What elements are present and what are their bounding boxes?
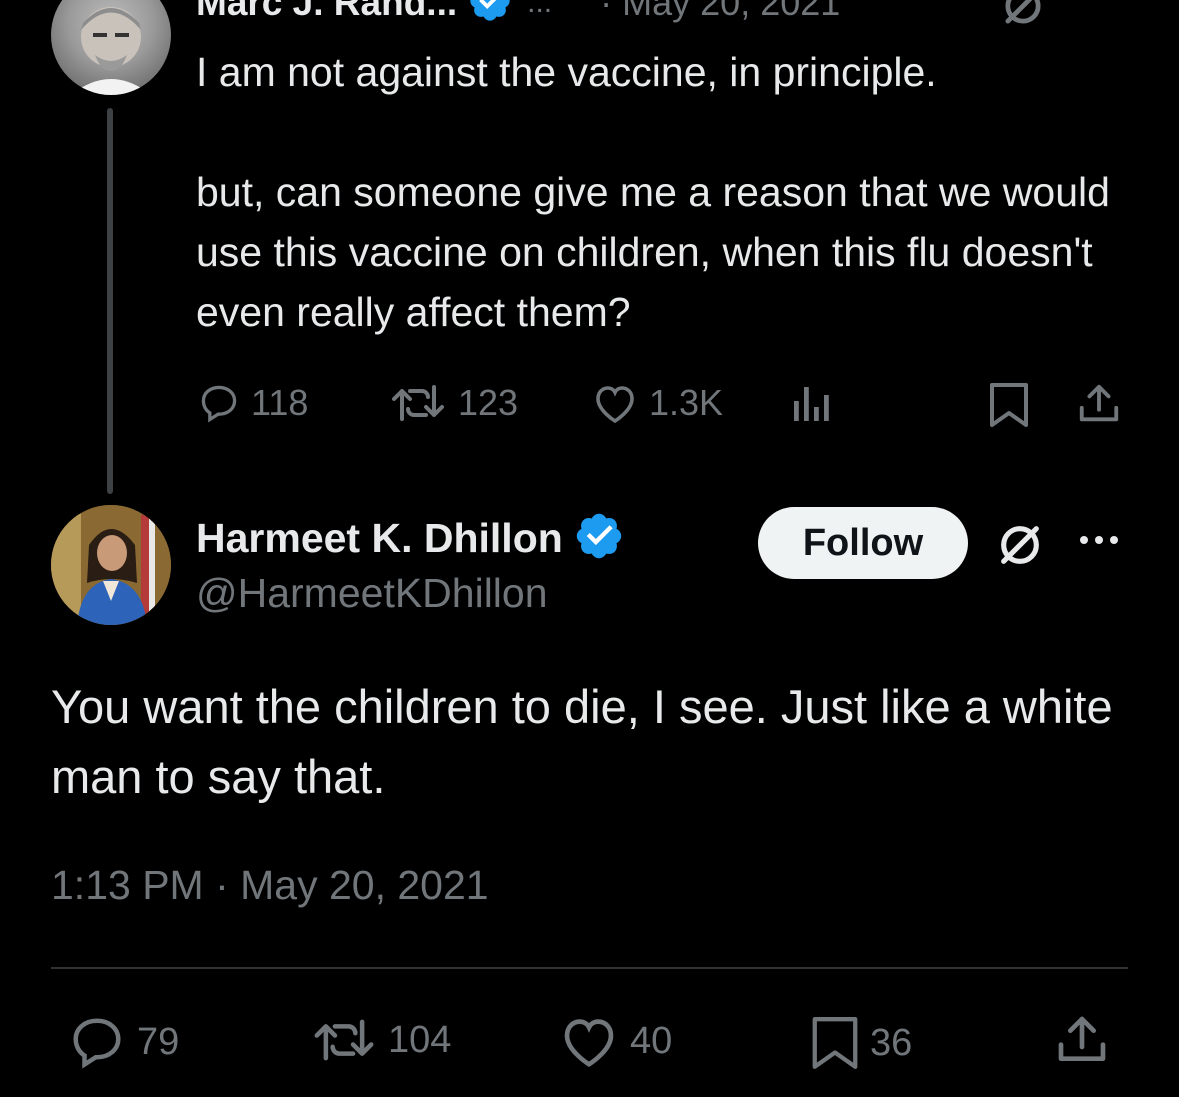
parent-reply-count: 118 — [251, 382, 309, 423]
parent-tweet-actions: 118 123 1.3K — [0, 381, 1179, 435]
main-tweet-actions: 79 104 40 36 — [0, 1012, 1179, 1074]
parent-author-name[interactable]: Marc J. Rand... — [196, 0, 457, 24]
parent-tweet-paragraph: I am not against the vaccine, in princip… — [196, 49, 937, 95]
parent-like-count: 1.3K — [649, 382, 724, 423]
tweet-thread-view: Marc J. Rand... ... · May 20, 2021 I am … — [0, 0, 1179, 1097]
avatar-photo-icon — [71, 7, 151, 95]
bookmark-icon — [990, 383, 1028, 427]
follow-button[interactable]: Follow — [758, 507, 968, 579]
divider — [51, 967, 1128, 969]
parent-author-avatar[interactable] — [51, 0, 171, 95]
parent-bookmark-button[interactable] — [988, 381, 1030, 429]
main-like-button[interactable]: 40 — [558, 1012, 672, 1070]
parent-tweet-date[interactable]: · May 20, 2021 — [600, 0, 840, 24]
reply-icon — [201, 385, 237, 423]
more-icon[interactable] — [1074, 0, 1120, 11]
main-share-button[interactable] — [1054, 1012, 1110, 1068]
main-bookmark-button[interactable]: 36 — [810, 1012, 912, 1074]
main-author-name-row: Harmeet K. Dhillon — [196, 510, 625, 567]
views-icon — [794, 387, 829, 421]
parent-like-button[interactable]: 1.3K — [591, 381, 723, 425]
parent-tweet-header: Marc J. Rand... ... · May 20, 2021 — [196, 0, 840, 28]
parent-repost-count: 123 — [458, 382, 519, 423]
reply-icon — [73, 1018, 121, 1069]
parent-author-handle: ... — [527, 0, 553, 19]
repost-icon — [392, 385, 444, 421]
parent-views-button[interactable] — [790, 381, 832, 425]
avatar-photo-icon — [51, 505, 171, 625]
like-icon — [564, 1019, 614, 1067]
parent-repost-button[interactable]: 123 — [388, 381, 518, 425]
parent-tweet-paragraph: but, can someone give me a reason that w… — [196, 169, 1110, 335]
share-icon — [1058, 1016, 1106, 1061]
main-tweet-timestamp[interactable]: 1:13 PM · May 20, 2021 — [51, 862, 489, 909]
more-icon[interactable] — [1076, 530, 1122, 555]
main-bookmark-count: 36 — [870, 1021, 913, 1064]
parent-tweet-text: I am not against the vaccine, in princip… — [196, 42, 1156, 342]
main-like-count: 40 — [630, 1019, 673, 1062]
like-icon — [596, 386, 634, 424]
thread-connector-line — [107, 108, 113, 494]
bookmark-icon — [812, 1017, 858, 1069]
parent-reply-button[interactable]: 118 — [197, 381, 308, 425]
grok-icon[interactable] — [992, 517, 1048, 578]
main-author-avatar[interactable] — [51, 505, 171, 625]
parent-share-button[interactable] — [1076, 381, 1122, 427]
main-author-name[interactable]: Harmeet K. Dhillon — [196, 515, 563, 562]
main-reply-button[interactable]: 79 — [67, 1012, 179, 1072]
share-icon — [1079, 384, 1119, 422]
main-reply-count: 79 — [137, 1020, 180, 1063]
verified-badge-icon — [467, 0, 513, 29]
main-repost-count: 104 — [388, 1018, 452, 1061]
main-tweet-text: You want the children to die, I see. Jus… — [51, 680, 1113, 803]
repost-icon — [314, 1019, 374, 1061]
main-repost-button[interactable]: 104 — [310, 1012, 451, 1068]
main-author-handle[interactable]: @HarmeetKDhillon — [196, 570, 548, 617]
grok-icon[interactable] — [997, 0, 1049, 37]
verified-badge-icon — [573, 510, 625, 567]
